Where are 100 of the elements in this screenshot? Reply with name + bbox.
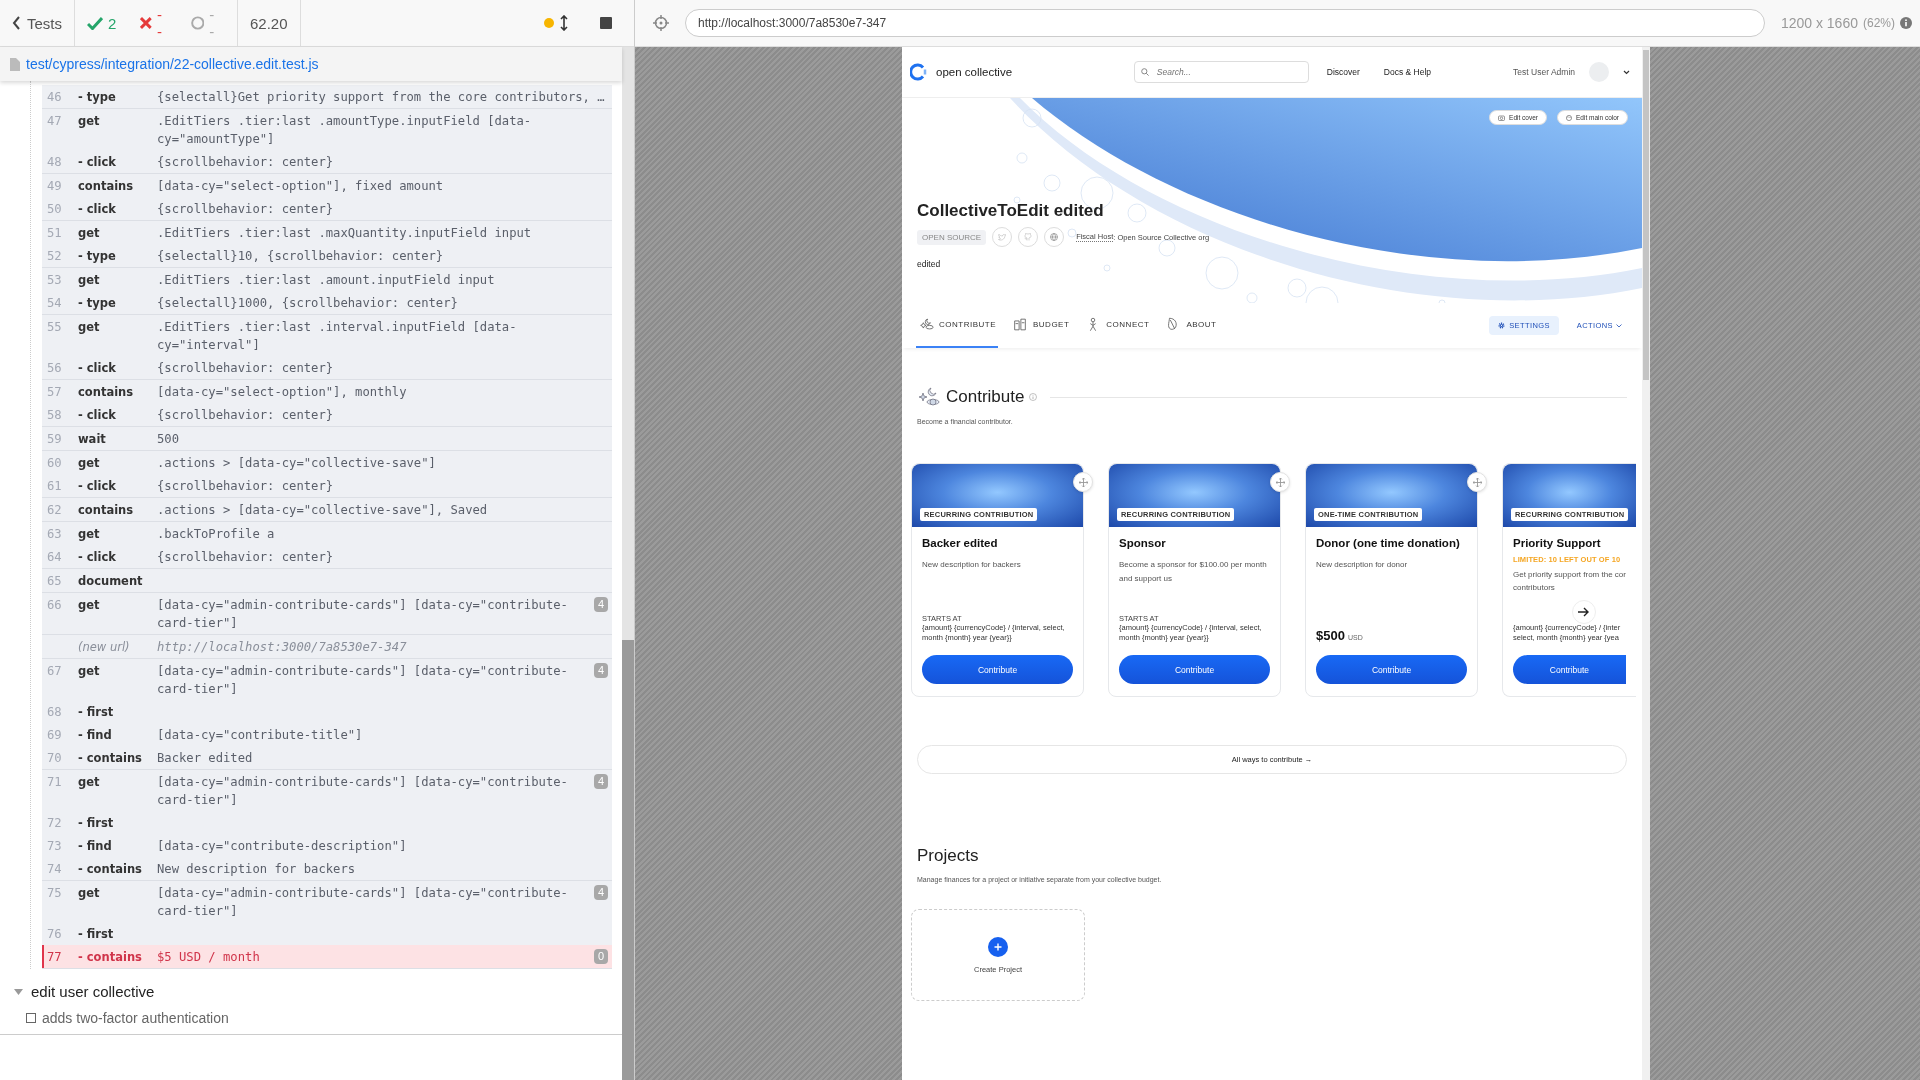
nav-tab[interactable]: ABOUT: [1163, 303, 1219, 348]
command-row[interactable]: 50 - click {scrollbehavior: center}: [42, 197, 612, 220]
cat-icon: [1024, 233, 1033, 241]
command-row[interactable]: 61 - click {scrollbehavior: center}: [42, 474, 612, 497]
command-name: get: [78, 318, 101, 336]
tier-description: New description for backers: [922, 559, 1022, 571]
command-row[interactable]: 63 get .backToProfile a: [42, 522, 612, 545]
command-message: [data-cy="select-option"], fixed amount: [157, 177, 445, 195]
stars-icon: [918, 316, 934, 333]
command-message: .EditTiers .tier:last .amountType.inputField [data-cy="amountType"]: [157, 112, 533, 148]
command-row[interactable]: 64 - click {scrollbehavior: center}: [42, 545, 612, 568]
next-arrow-button[interactable]: [1571, 600, 1596, 624]
check-icon: [87, 16, 103, 30]
command-row[interactable]: 57 contains [data-cy="select-option"], monthly: [42, 380, 612, 403]
jars-icon: [1012, 316, 1028, 333]
command-message: $5 USD / month: [157, 948, 261, 966]
command-row[interactable]: 72 - first: [42, 811, 612, 834]
command-row[interactable]: 53 get .EditTiers .tier:last .amount.inputField input: [42, 268, 612, 291]
globe-icon: [1050, 233, 1059, 241]
command-row[interactable]: 71 get [data-cy="admin-contribute-cards"] [data-cy="contribute-card-tier"] 4: [42, 770, 612, 811]
nav-tab[interactable]: BUDGET: [1010, 303, 1072, 348]
section-title: Projects: [917, 846, 980, 866]
contribute-button[interactable]: Contribute: [1119, 655, 1270, 684]
line-number: 62: [47, 501, 63, 519]
line-number: 63: [47, 525, 63, 543]
command-row[interactable]: 62 contains .actions > [data-cy="collective-save"], Saved: [42, 498, 612, 521]
command-name: - click: [78, 548, 117, 566]
command-row[interactable]: 49 contains [data-cy="select-option"], fixed amount: [42, 174, 612, 197]
command-name: get: [78, 596, 101, 614]
line-number: 64: [47, 548, 63, 566]
nav-tab[interactable]: CONNECT: [1083, 303, 1152, 348]
command-row[interactable]: 56 - click {scrollbehavior: center}: [42, 356, 612, 379]
command-row[interactable]: 54 - type {selectall}1000, {scrollbehavior: center}: [42, 291, 612, 314]
scrollbar[interactable]: [1642, 47, 1650, 1080]
nav-tab[interactable]: CONTRIBUTE: [916, 303, 998, 348]
resize-icon[interactable]: [560, 15, 568, 31]
command-name: - click: [78, 200, 117, 218]
drag-handle[interactable]: [1073, 472, 1093, 492]
command-row[interactable]: 67 get [data-cy="admin-contribute-cards"] [data-cy="contribute-card-tier"] 4: [42, 659, 612, 700]
command-row[interactable]: 58 - click {scrollbehavior: center}: [42, 403, 612, 426]
test-title[interactable]: adds two-factor authentication: [42, 1010, 229, 1026]
user-name[interactable]: Test User Admin: [1513, 67, 1575, 77]
drag-handle[interactable]: [1270, 472, 1290, 492]
command-row[interactable]: 46 - type {selectall}Get priority support from the core contributors, …: [42, 85, 612, 108]
command-name: - find: [78, 837, 113, 855]
website-link[interactable]: [1044, 227, 1065, 247]
command-row[interactable]: 55 get .EditTiers .tier:last .interval.inputField [data-cy="interval"]: [42, 315, 612, 356]
command-message: {scrollbehavior: center}: [157, 359, 335, 377]
contribute-button[interactable]: Contribute: [1513, 655, 1626, 684]
contribute-button[interactable]: Contribute: [922, 655, 1073, 684]
command-name: - click: [78, 153, 117, 171]
command-name: - type: [78, 294, 117, 312]
command-row[interactable]: 59 wait 500: [42, 427, 612, 450]
command-row[interactable]: 74 - contains New description for backers: [42, 857, 612, 880]
command-name: - contains: [78, 948, 143, 966]
command-message: [data-cy="admin-contribute-cards"] [data-cy="contribute-card-tier"]: [157, 596, 569, 632]
command-row[interactable]: 52 - type {selectall}10, {scrollbehavior: center}: [42, 244, 612, 267]
line-number: 75: [47, 884, 63, 902]
suite-title[interactable]: edit user collective: [31, 983, 155, 1000]
command-row[interactable]: 68 - first: [42, 700, 612, 723]
command-row[interactable]: 75 get [data-cy="admin-contribute-cards"] [data-cy="contribute-card-tier"] 4: [42, 881, 612, 922]
back-to-tests-button[interactable]: Tests: [12, 14, 62, 32]
search-field[interactable]: Search...: [1133, 61, 1309, 83]
failed-command-row[interactable]: 77 - contains $5 USD / month 0: [42, 945, 612, 968]
line-number: 51: [47, 224, 63, 242]
selector-icon[interactable]: [653, 15, 669, 31]
test-status-icon: [26, 1013, 36, 1023]
command-row[interactable]: 51 get .EditTiers .tier:last .maxQuantity.inputField input: [42, 221, 612, 244]
command-row[interactable]: 60 get .actions > [data-cy="collective-save"]: [42, 451, 612, 474]
scrollbar[interactable]: [622, 47, 634, 1080]
line-number: 70: [47, 749, 63, 767]
logo-text[interactable]: open collective: [936, 66, 1013, 78]
url-field[interactable]: http://localhost:3000/7a8530e7-347: [685, 9, 1765, 37]
logo-icon[interactable]: [910, 63, 928, 81]
chevron-down-icon[interactable]: [1623, 69, 1630, 75]
command-row[interactable]: 48 - click {scrollbehavior: center}: [42, 150, 612, 173]
drag-handle[interactable]: [1467, 472, 1487, 492]
command-row[interactable]: 69 - find [data-cy="contribute-title"]: [42, 723, 612, 746]
line-number: 53: [47, 271, 63, 289]
caret-icon[interactable]: [14, 988, 23, 995]
collective-description: edited: [917, 259, 942, 269]
pending-count: --: [209, 6, 216, 40]
stop-icon[interactable]: [600, 17, 612, 29]
command-row[interactable]: 65 document: [42, 569, 612, 592]
tier-price: $500: [1316, 628, 1345, 643]
command-row[interactable]: 47 get .EditTiers .tier:last .amountType.inputField [data-cy="amountType"]: [42, 109, 612, 150]
command-row[interactable]: 73 - find [data-cy="contribute-description"]: [42, 834, 612, 857]
command-name: - type: [78, 88, 117, 106]
command-name: - type: [78, 247, 117, 265]
command-name: document: [78, 572, 144, 590]
contribute-button[interactable]: Contribute: [1316, 655, 1467, 684]
collective-name: CollectiveToEdit edited: [917, 201, 1105, 221]
command-row[interactable]: 66 get [data-cy="admin-contribute-cards"] [data-cy="contribute-card-tier"] 4: [42, 593, 612, 634]
nav-link[interactable]: Docs & Help: [1383, 67, 1432, 77]
line-number: 48: [47, 153, 63, 171]
info-icon[interactable]: [1900, 17, 1912, 29]
command-message: Backer edited: [157, 749, 254, 767]
nav-link[interactable]: Discover: [1326, 67, 1360, 77]
command-row[interactable]: 70 - contains Backer edited: [42, 746, 612, 769]
command-row[interactable]: 76 - first: [42, 922, 612, 945]
